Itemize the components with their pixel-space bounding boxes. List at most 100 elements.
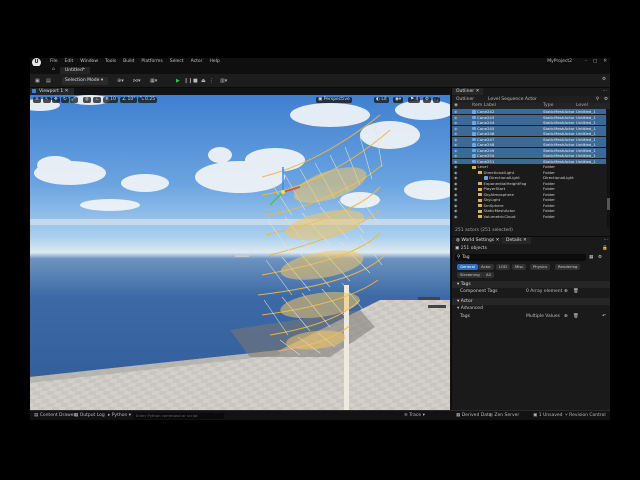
details-settings-icon[interactable]: ⚙ — [598, 255, 602, 260]
section-actor[interactable]: ▾ Actor — [452, 298, 610, 305]
outliner-menu-icon[interactable]: ⋯ — [603, 89, 608, 94]
trace-button[interactable]: ≋ Trace ▾ — [404, 413, 425, 419]
viewport-tab[interactable]: Viewport 1 ✕ — [30, 88, 75, 95]
scale-snap-toggle[interactable]: ⤡ 0.25 — [138, 97, 158, 103]
rotate-tool-icon[interactable]: ↻ — [61, 97, 69, 103]
visibility-icon[interactable]: ◉ — [454, 137, 457, 142]
menu-file[interactable]: File — [50, 59, 58, 64]
visibility-icon[interactable]: ◉ — [454, 164, 457, 169]
derived-data-button[interactable]: ▦ Derived Data — [456, 413, 492, 419]
visibility-icon[interactable]: ◉ — [454, 115, 457, 120]
move-tool-icon[interactable]: ✥ — [52, 97, 60, 103]
outliner-row[interactable]: ◉ Cone245 StaticMeshActor Untitled_1 — [452, 125, 606, 131]
filter-actor[interactable]: Actor — [478, 264, 494, 270]
details-menu-icon[interactable]: ⋯ — [604, 238, 609, 243]
add-actor-icon[interactable]: ⊕▾ — [117, 77, 124, 85]
maximize-icon[interactable]: □ — [593, 59, 597, 64]
outliner-row[interactable]: ◉ Cone243 StaticMeshActor Untitled_1 — [452, 114, 606, 120]
outliner-row[interactable]: ◉ StaticMeshActor Folder — [452, 208, 606, 213]
reset-icon[interactable]: ↶ — [602, 313, 606, 321]
outliner-row[interactable]: ◉ Cone248 StaticMeshActor Untitled_1 — [452, 142, 606, 148]
outliner-scroll-thumb[interactable] — [607, 198, 610, 210]
outliner-row[interactable]: ◉ DirectionalLight DirectionalLight — [452, 175, 606, 180]
outliner-row[interactable]: ◉ Cone244 StaticMeshActor Untitled_1 — [452, 120, 606, 126]
angle-snap-toggle[interactable]: ∠ 10° — [120, 97, 138, 103]
content-icon[interactable]: ▤ — [46, 77, 51, 85]
filter-misc[interactable]: Misc — [512, 264, 527, 270]
visibility-icon[interactable]: ◉ — [454, 175, 457, 180]
scale-tool-icon[interactable]: ⤢ — [70, 97, 78, 103]
outliner-row[interactable]: ◉ Cone242 StaticMeshActor Untitled_1 — [452, 109, 606, 115]
home-icon[interactable]: ⌂ — [52, 67, 55, 72]
details-search-input[interactable]: ⚲ Tag — [455, 254, 586, 261]
select-tool-icon[interactable]: ↖ — [43, 97, 51, 103]
lock-icon[interactable]: 🔒 — [602, 246, 608, 251]
level-tab[interactable]: Untitled* — [60, 67, 91, 74]
filter-physics[interactable]: Physics — [530, 264, 551, 270]
outliner-row[interactable]: ◉ SkyLight Folder — [452, 197, 606, 202]
filter-rendering[interactable]: Rendering — [555, 264, 581, 270]
eject-icon[interactable]: ⏏ — [201, 77, 206, 85]
outliner-tab[interactable]: Outliner ✕ — [452, 88, 484, 95]
cmd-dropdown[interactable]: ▸ Python ▾ — [108, 413, 131, 419]
outliner-row[interactable]: ◉ Cone247 StaticMeshActor Untitled_1 — [452, 136, 606, 142]
property-matrix-icon[interactable]: ▦ — [589, 255, 593, 260]
visibility-icon[interactable]: ◉ — [454, 159, 457, 164]
world-local-icon[interactable]: ◍ — [83, 97, 91, 103]
save-icon[interactable]: ▣ — [35, 77, 40, 85]
lit-dropdown[interactable]: ◐ Lit — [374, 97, 389, 103]
step-icon[interactable]: ❙❙ — [184, 77, 192, 85]
play-options-icon[interactable]: ⋮ — [209, 77, 214, 85]
visibility-icon[interactable]: ◉ — [454, 192, 457, 197]
delete-tag-icon[interactable]: 🗑 — [573, 313, 579, 321]
cinematics-icon[interactable]: ▦▾ — [150, 77, 157, 85]
subtab-outliner[interactable]: Outliner — [452, 96, 478, 103]
visibility-icon[interactable]: ◉ — [454, 142, 457, 147]
visibility-icon[interactable]: ◉ — [454, 148, 457, 153]
add-element-icon[interactable]: ⊕ — [564, 288, 568, 296]
visibility-icon[interactable]: ◉ — [454, 126, 457, 131]
show-flags-icon[interactable]: ◉▾ — [393, 97, 404, 103]
outliner-row[interactable]: ◉ ExponentialHeightFog Folder — [452, 181, 606, 186]
outliner-settings-icon[interactable]: ⚙ — [604, 97, 608, 102]
visibility-icon[interactable]: ◉ — [454, 181, 457, 186]
outliner-scrollbar[interactable] — [607, 109, 610, 228]
menu-build[interactable]: Build — [123, 59, 134, 64]
outliner-row[interactable]: ◉ Cone249 StaticMeshActor Untitled_1 — [452, 147, 606, 153]
add-tag-icon[interactable]: ⊕ — [564, 313, 568, 321]
menu-platforms[interactable]: Platforms — [141, 59, 162, 64]
filter-icon[interactable]: ⚲ — [596, 97, 599, 102]
filter-general[interactable]: General — [457, 264, 478, 270]
visibility-icon[interactable]: ◉ — [454, 214, 457, 219]
grid-snap-toggle[interactable]: # 10 — [103, 97, 118, 103]
world-settings-tab[interactable]: ◍ World Settings ✕ — [452, 237, 504, 244]
visibility-icon[interactable]: ◉ — [454, 203, 457, 208]
menu-actor[interactable]: Actor — [191, 59, 203, 64]
outliner-row[interactable]: ◉ Cone246 StaticMeshActor Untitled_1 — [452, 131, 606, 137]
visibility-icon[interactable]: ◉ — [454, 153, 457, 158]
menu-window[interactable]: Window — [80, 59, 98, 64]
level-viewport[interactable]: ≡ ↖ ✥ ↻ ⤢ ◍ ⊥ # 10 ∠ 10° ⤡ 0.25 ▣ Perspe… — [30, 95, 450, 410]
close-icon[interactable]: ✕ — [603, 59, 607, 64]
source-control-button[interactable]: ⑂ Revision Control — [565, 413, 606, 419]
zen-server-button[interactable]: ◎ Zen Server — [489, 413, 519, 419]
unsaved-button[interactable]: ▣ 1 Unsaved — [533, 413, 563, 419]
cmd-input[interactable]: Enter Python command or script — [134, 413, 224, 419]
outliner-row[interactable]: ◉ DirectionalLight Folder — [452, 170, 606, 175]
hamburger-icon[interactable]: ≡ — [33, 97, 41, 103]
section-tags[interactable]: ▾ Tags — [452, 281, 610, 288]
menu-help[interactable]: Help — [209, 59, 219, 64]
platforms-icon[interactable]: ▥▾ — [220, 77, 227, 85]
output-log-button[interactable]: ▦ Output Log — [74, 413, 105, 419]
subtab-level-sequence[interactable]: Level Sequence Actor — [484, 96, 541, 103]
outliner-row[interactable]: ◉ VolumetricCloud Folder — [452, 214, 606, 219]
visibility-icon[interactable]: ◉ — [454, 197, 457, 202]
visibility-icon[interactable]: ◉ — [454, 120, 457, 125]
advanced-row[interactable]: ▾ Advanced — [452, 305, 610, 312]
filter-streaming[interactable]: Streaming — [457, 272, 483, 278]
visibility-icon[interactable]: ◉ — [454, 131, 457, 136]
camera-speed[interactable]: ⚑ 4 — [408, 97, 421, 103]
outliner-row[interactable]: ◉ Cone250 StaticMeshActor Untitled_1 — [452, 153, 606, 159]
visibility-icon[interactable]: ◉ — [454, 170, 457, 175]
snap-surface-icon[interactable]: ⊥ — [93, 97, 101, 103]
